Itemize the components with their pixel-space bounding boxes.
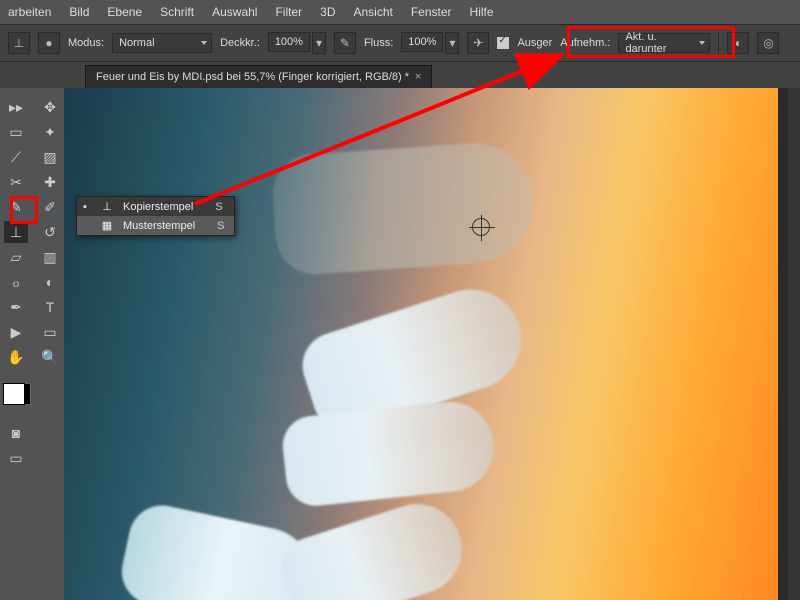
canvas[interactable] [64, 88, 778, 600]
menu-bar: arbeiten Bild Ebene Schrift Auswahl Filt… [0, 0, 800, 24]
painted-content [274, 492, 473, 600]
color-swatches[interactable] [3, 377, 31, 409]
blur-tool-icon[interactable]: ჿ [4, 271, 28, 293]
flyout-key: S [215, 201, 222, 213]
toolbox-col-b: ✥ ✦ ▨ ✚ ✐ ↺ ▥ ◐ T ▭ 🔍 [36, 88, 64, 600]
menu-hilfe[interactable]: Hilfe [470, 5, 494, 19]
brush-preset-icon[interactable]: ● [38, 32, 60, 54]
fluss-value[interactable]: 100% [401, 32, 443, 52]
pressure-opacity-icon[interactable]: ✎ [334, 32, 356, 54]
shape-tool-icon[interactable]: ▭ [38, 321, 62, 343]
move-tool-icon[interactable]: ✥ [38, 96, 62, 118]
menu-ebene[interactable]: Ebene [107, 5, 142, 19]
wand-tool-icon[interactable]: ✦ [38, 121, 62, 143]
menu-schrift[interactable]: Schrift [160, 5, 194, 19]
selected-dot-icon: ▪ [83, 201, 91, 213]
sample-cursor-icon [472, 218, 490, 236]
tool-preset-icon[interactable]: ⊥ [8, 32, 30, 54]
modus-label: Modus: [68, 37, 104, 49]
painted-content [280, 397, 498, 508]
type-tool-icon[interactable]: T [38, 296, 62, 318]
menu-auswahl[interactable]: Auswahl [212, 5, 257, 19]
modus-select[interactable]: Normal [112, 33, 212, 53]
hand-tool-icon[interactable]: ✋ [4, 346, 28, 368]
stamp-tool-icon[interactable]: ⊥ [4, 221, 28, 243]
deckkr-label: Deckkr.: [220, 37, 260, 49]
screenmode-icon[interactable]: ▭ [4, 447, 28, 469]
workspace: ▸▸ ▭ ⟋ ✂ ✎ ⊥ ▱ ჿ ✒ ▶ ✋ ◙ ▭ ✥ ✦ ▨ ✚ ✐ ↺ ▥… [0, 88, 800, 600]
document-tab-bar: Feuer und Eis by MDI.psd bei 55,7% (Fing… [0, 62, 800, 88]
aufnehm-label: Aufnehm.: [560, 37, 610, 49]
pen-tool-icon[interactable]: ✒ [4, 296, 28, 318]
tab-grip-icon[interactable]: ▸▸ [4, 96, 28, 118]
document-tab[interactable]: Feuer und Eis by MDI.psd bei 55,7% (Fing… [85, 65, 432, 88]
menu-fenster[interactable]: Fenster [411, 5, 452, 19]
path-select-tool-icon[interactable]: ▶ [4, 321, 28, 343]
deckkr-value[interactable]: 100% [268, 32, 310, 52]
menu-bild[interactable]: Bild [69, 5, 89, 19]
target-icon[interactable]: ◎ [757, 32, 779, 54]
history-brush-tool-icon[interactable]: ↺ [38, 221, 62, 243]
clone-stamp-icon: ⊥ [99, 200, 115, 213]
flyout-label: Kopierstempel [123, 201, 193, 213]
deckkr-step-icon[interactable]: ▾ [312, 32, 326, 54]
zoom-tool-icon[interactable]: 🔍 [38, 346, 62, 368]
flyout-key: S [217, 220, 224, 232]
stamp-flyout: ▪ ⊥ Kopierstempel S ▦ Musterstempel S [76, 196, 235, 236]
eyedropper-tool-icon[interactable]: ✎ [4, 196, 28, 218]
canvas-area [64, 88, 788, 600]
document-tab-title: Feuer und Eis by MDI.psd bei 55,7% (Fing… [96, 71, 409, 83]
right-panel-strip [788, 88, 800, 600]
close-tab-icon[interactable]: × [415, 71, 421, 83]
toolbox-col-a: ▸▸ ▭ ⟋ ✂ ✎ ⊥ ▱ ჿ ✒ ▶ ✋ ◙ ▭ [0, 88, 32, 600]
lasso-tool-icon[interactable]: ⟋ [4, 146, 28, 168]
ausger-checkbox[interactable] [497, 37, 509, 49]
fg-swatch[interactable] [3, 383, 25, 405]
airbrush-icon[interactable]: ✈ [467, 32, 489, 54]
brush-tool-icon[interactable]: ✐ [38, 196, 62, 218]
menu-arbeiten[interactable]: arbeiten [8, 5, 51, 19]
aufnehm-select[interactable]: Akt. u. darunter [618, 33, 710, 53]
slice-tool-icon[interactable]: ▨ [38, 146, 62, 168]
flyout-label: Musterstempel [123, 220, 195, 232]
flyout-kopierstempel[interactable]: ▪ ⊥ Kopierstempel S [77, 197, 234, 216]
fluss-step-icon[interactable]: ▾ [445, 32, 459, 54]
options-bar: ⊥ ● Modus: Normal Deckkr.: 100% ▾ ✎ Flus… [0, 24, 800, 62]
dodge-tool-icon[interactable]: ◐ [38, 271, 62, 293]
divider [718, 32, 719, 54]
quickmask-icon[interactable]: ◙ [4, 422, 28, 444]
eraser-tool-icon[interactable]: ▱ [4, 246, 28, 268]
marquee-tool-icon[interactable]: ▭ [4, 121, 28, 143]
menu-3d[interactable]: 3D [320, 5, 335, 19]
flyout-musterstempel[interactable]: ▦ Musterstempel S [77, 216, 234, 235]
painted-content [270, 139, 538, 277]
menu-ansicht[interactable]: Ansicht [353, 5, 392, 19]
pattern-stamp-icon: ▦ [99, 219, 115, 232]
gradient-tool-icon[interactable]: ▥ [38, 246, 62, 268]
menu-filter[interactable]: Filter [275, 5, 302, 19]
fluss-label: Fluss: [364, 37, 393, 49]
ausger-label: Ausger [517, 37, 552, 49]
crop-tool-icon[interactable]: ✂ [4, 171, 28, 193]
heal-tool-icon[interactable]: ✚ [38, 171, 62, 193]
ignore-adjust-icon[interactable]: ◐ [727, 32, 749, 54]
